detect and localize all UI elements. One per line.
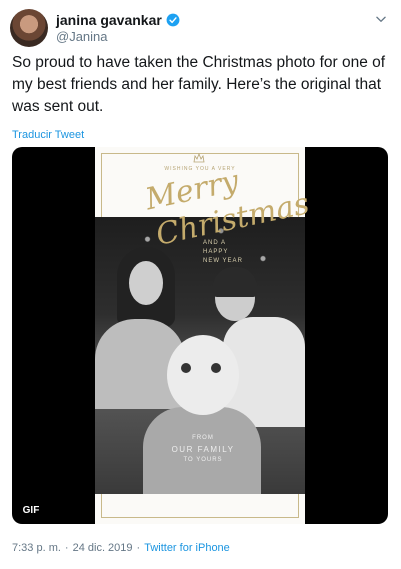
person-right-hair <box>213 267 257 297</box>
author-handle[interactable]: @Janina <box>56 29 108 44</box>
card-from: FROM <box>192 435 214 441</box>
baby-eye <box>181 363 191 373</box>
baby-face <box>167 335 239 415</box>
author-name-row: janina gavankar <box>56 11 180 29</box>
christmas-card-image: WISHING YOU A VERY Merry AND A HAPPY NEW… <box>95 147 312 524</box>
chevron-down-icon[interactable] <box>374 12 388 26</box>
baby-eye <box>211 363 221 373</box>
author-name[interactable]: janina gavankar <box>56 12 162 28</box>
verified-badge-icon <box>166 13 180 27</box>
tweet-card: janina gavankar @Janina So proud to have… <box>0 0 401 569</box>
tweet-time[interactable]: 7:33 p. m. <box>12 542 61 554</box>
crest-icon <box>193 152 205 163</box>
person-left-face <box>129 261 163 305</box>
translate-tweet-link[interactable]: Traducir Tweet <box>12 129 84 141</box>
card-happy: HAPPY <box>203 249 229 255</box>
tweet-source-link[interactable]: Twitter for iPhone <box>144 542 230 554</box>
tweet-media[interactable]: WISHING YOU A VERY Merry AND A HAPPY NEW… <box>12 147 388 524</box>
meta-separator: · <box>136 542 141 554</box>
card-to-yours: TO YOURS <box>183 457 223 463</box>
card-from-text: FROM OUR FAMILY TO YOURS <box>163 433 243 466</box>
card-new-year-text: AND A HAPPY NEW YEAR <box>203 239 243 266</box>
family-photo: AND A HAPPY NEW YEAR FROM OUR FAMILY TO … <box>95 217 305 494</box>
card-our-family: OUR FAMILY <box>171 445 235 454</box>
tweet-meta: 7:33 p. m. · 24 dic. 2019 · Twitter for … <box>12 542 230 554</box>
avatar[interactable] <box>10 9 48 47</box>
card-new-year: NEW YEAR <box>203 258 243 264</box>
tweet-date[interactable]: 24 dic. 2019 <box>73 542 133 554</box>
gif-badge: GIF <box>19 503 43 518</box>
meta-separator: · <box>64 542 69 554</box>
tweet-text: So proud to have taken the Christmas pho… <box>12 54 386 115</box>
